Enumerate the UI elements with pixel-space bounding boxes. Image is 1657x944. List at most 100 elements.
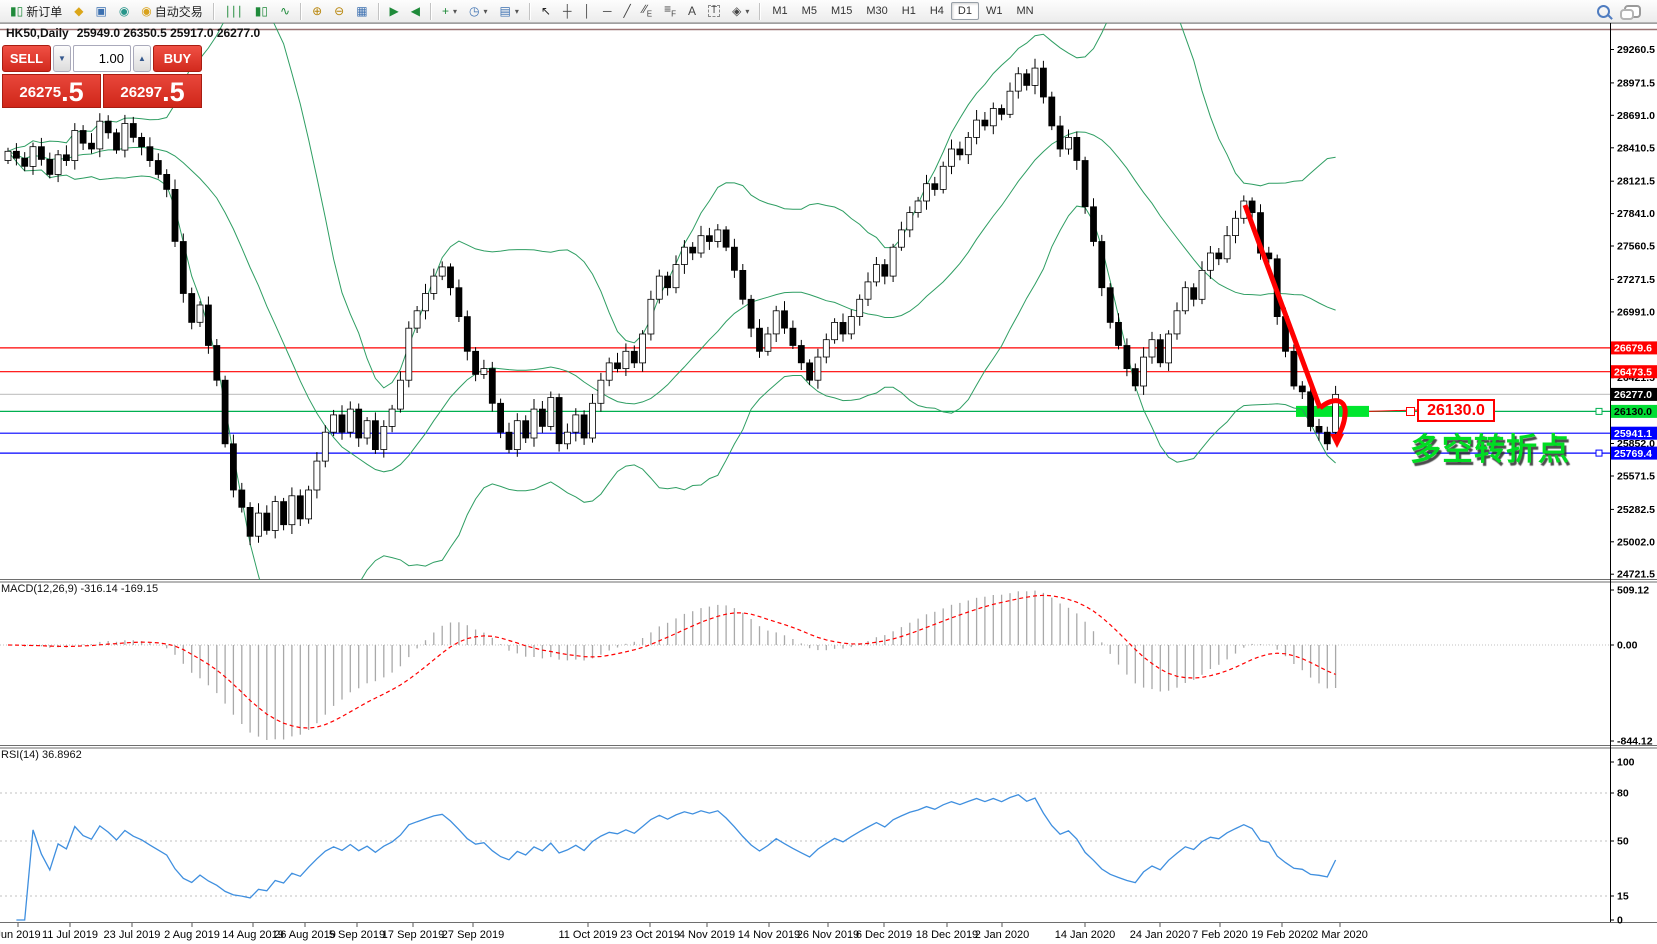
text-button[interactable]: A	[682, 3, 702, 19]
zoom-out-button[interactable]: ⊖	[328, 3, 350, 19]
mt4-window: ▮▯ 新订单 ◆ ▣ ◉ ◉ 自动交易 ∣∣∣ ▮▯ ∿ ⊕ ⊖ ▦ ▶ ◀ + ▾ ◷ ▾ ▤ ▾ ↖ ┼ │ ─ ╱ ∕∕E ≡F…	[0, 0, 1657, 944]
timeframe-h1[interactable]: H1	[895, 2, 923, 20]
toolbar-separator	[528, 2, 531, 20]
macd-label: MACD(12,26,9) -316.14 -169.15	[1, 583, 159, 595]
depth-of-market-button[interactable]: ▣	[89, 3, 112, 19]
chat-icon[interactable]	[1620, 4, 1641, 20]
vertical-line-button[interactable]: │	[577, 3, 597, 19]
template-icon: ▤	[499, 4, 511, 18]
svg-text:28691.0: 28691.0	[1617, 110, 1655, 122]
crosshair-button[interactable]: ┼	[557, 3, 578, 19]
text-label-icon: T	[708, 5, 721, 17]
svg-text:28971.5: 28971.5	[1617, 77, 1655, 89]
channel-button[interactable]: ∕∕E	[637, 1, 658, 20]
timeframe-w1[interactable]: W1	[979, 2, 1010, 20]
toolbar-separator	[300, 2, 303, 20]
auto-trading-button-label: 自动交易	[154, 4, 203, 19]
svg-text:17 Sep 2019: 17 Sep 2019	[382, 929, 444, 941]
clock-icon: ◷	[469, 4, 480, 18]
svg-text:80: 80	[1617, 788, 1629, 800]
tile-windows-button[interactable]: ▦	[350, 3, 373, 19]
label-button[interactable]: T	[702, 3, 726, 19]
sell-price[interactable]: 26275 .5	[2, 74, 101, 108]
tile-windows-icon: ▦	[356, 4, 368, 18]
svg-text:14 Nov 2019: 14 Nov 2019	[738, 929, 800, 941]
new-order-button[interactable]: ▮▯ 新订单	[4, 1, 68, 22]
ohlc-bars-button[interactable]: ∣∣∣	[219, 3, 249, 19]
svg-text:4 Nov 2019: 4 Nov 2019	[679, 929, 735, 941]
annotation-handle[interactable]	[1406, 407, 1415, 416]
new-order-button-label: 新订单	[26, 4, 63, 19]
timeframe-d1[interactable]: D1	[950, 2, 979, 20]
price-annotation-box[interactable]: 26130.0	[1417, 399, 1495, 422]
timeframe-m5[interactable]: M5	[795, 2, 824, 20]
timeframe-m1[interactable]: M1	[765, 2, 794, 20]
date-axis: Jun 201911 Jul 2019 23 Jul 20192 Aug 2019…	[0, 923, 1368, 941]
svg-text:24721.5: 24721.5	[1617, 569, 1655, 581]
shapes-button[interactable]: ◈ ▾	[726, 3, 755, 19]
timeframe-h4[interactable]: H4	[923, 2, 951, 20]
candles-icon: ▮▯	[10, 4, 24, 18]
chart-canvas[interactable]: 29260.5 28971.5 28691.0 28410.5 28121.5 27841…	[0, 0, 1657, 944]
cursor-button[interactable]: ↖	[535, 3, 557, 19]
volume-input[interactable]	[73, 45, 131, 72]
svg-text:29260.5: 29260.5	[1617, 44, 1655, 56]
search-icon[interactable]	[1597, 4, 1610, 18]
timeframe-mn[interactable]: MN	[1009, 2, 1040, 20]
svg-text:7 Feb 2020: 7 Feb 2020	[1192, 929, 1248, 941]
horizontal-line-button[interactable]: ─	[597, 3, 618, 19]
toolbar-separator	[377, 2, 380, 20]
svg-text:2 Mar 2020: 2 Mar 2020	[1312, 929, 1368, 941]
horizontal-line-icon: ─	[602, 4, 612, 18]
svg-text:26679.6: 26679.6	[1614, 343, 1652, 355]
rsi-line	[16, 793, 1337, 921]
toolbar: ▮▯ 新订单 ◆ ▣ ◉ ◉ 自动交易 ∣∣∣ ▮▯ ∿ ⊕ ⊖ ▦ ▶ ◀ + ▾ ◷ ▾ ▤ ▾ ↖ ┼ │ ─ ╱ ∕∕E ≡F…	[0, 0, 1657, 23]
horizontal-price-lines[interactable]	[0, 347, 1610, 454]
indicators-button[interactable]: + ▾	[436, 3, 463, 19]
svg-text:25769.4: 25769.4	[1614, 448, 1652, 460]
templates-button[interactable]: ▤ ▾	[494, 3, 525, 19]
buy-price-main: 26297	[120, 83, 163, 101]
zoom-in-button[interactable]: ⊕	[306, 3, 328, 19]
candlestick-icon: ▮▯	[254, 4, 269, 18]
svg-text:26473.5: 26473.5	[1614, 367, 1652, 379]
volume-up-button[interactable]: ▲	[133, 45, 151, 72]
svg-text:27841.0: 27841.0	[1617, 208, 1655, 220]
gold-chart-button[interactable]: ◆	[68, 3, 89, 19]
toolbar-buttons: ▮▯ 新订单 ◆ ▣ ◉ ◉ 自动交易 ∣∣∣ ▮▯ ∿ ⊕ ⊖ ▦ ▶ ◀ + ▾ ◷ ▾ ▤ ▾ ↖ ┼ │ ─ ╱ ∕∕E ≡F…	[4, 0, 765, 22]
auto-trading-button[interactable]: ◉ 自动交易	[135, 1, 209, 22]
svg-text:27271.5: 27271.5	[1617, 274, 1655, 286]
svg-text:11 Oct 2019: 11 Oct 2019	[558, 929, 617, 941]
timeframe-m30[interactable]: M30	[859, 2, 894, 20]
chart-shift-button[interactable]: ◀	[405, 3, 426, 19]
fibonacci-button[interactable]: ≡F	[658, 1, 682, 20]
buy-price[interactable]: 26297 .5	[103, 74, 202, 108]
rsi-label: RSI(14) 36.8962	[1, 749, 82, 761]
turning-point-text[interactable]: 多空转折点	[1410, 424, 1570, 469]
sell-price-frac: .5	[61, 76, 84, 107]
monitor-icon: ▣	[95, 4, 107, 18]
svg-text:5 Sep 2019: 5 Sep 2019	[329, 929, 385, 941]
line-chart-button[interactable]: ∿	[274, 3, 296, 19]
periods-button[interactable]: ◷ ▾	[463, 3, 494, 19]
toolbar-right	[1597, 4, 1657, 20]
rsi-axis: 100 80 50 15 0	[1610, 757, 1635, 927]
auto-scroll-button[interactable]: ▶	[384, 3, 405, 19]
chevron-down-icon: ▾	[453, 6, 458, 16]
vertical-line-icon: │	[583, 4, 591, 18]
volume-down-button[interactable]: ▼	[53, 45, 71, 72]
svg-text:26 Aug 2019: 26 Aug 2019	[274, 929, 336, 941]
timeframe-m15[interactable]: M15	[824, 2, 859, 20]
candlestick-chart-button[interactable]: ▮▯	[249, 3, 274, 19]
svg-text:11 Jul 2019: 11 Jul 2019	[42, 929, 98, 941]
signals-button[interactable]: ◉	[113, 3, 135, 19]
buy-button[interactable]: BUY	[153, 45, 202, 72]
sell-button[interactable]: SELL	[2, 45, 51, 72]
pane-frames	[0, 23, 1657, 923]
autotrade-icon: ◉	[141, 4, 152, 18]
svg-text:Jun 2019: Jun 2019	[0, 929, 41, 941]
add-indicator-icon: +	[442, 4, 450, 18]
trendline-button[interactable]: ╱	[618, 3, 637, 19]
gold-icon: ◆	[74, 4, 84, 18]
svg-text:23 Oct 2019: 23 Oct 2019	[620, 929, 680, 941]
